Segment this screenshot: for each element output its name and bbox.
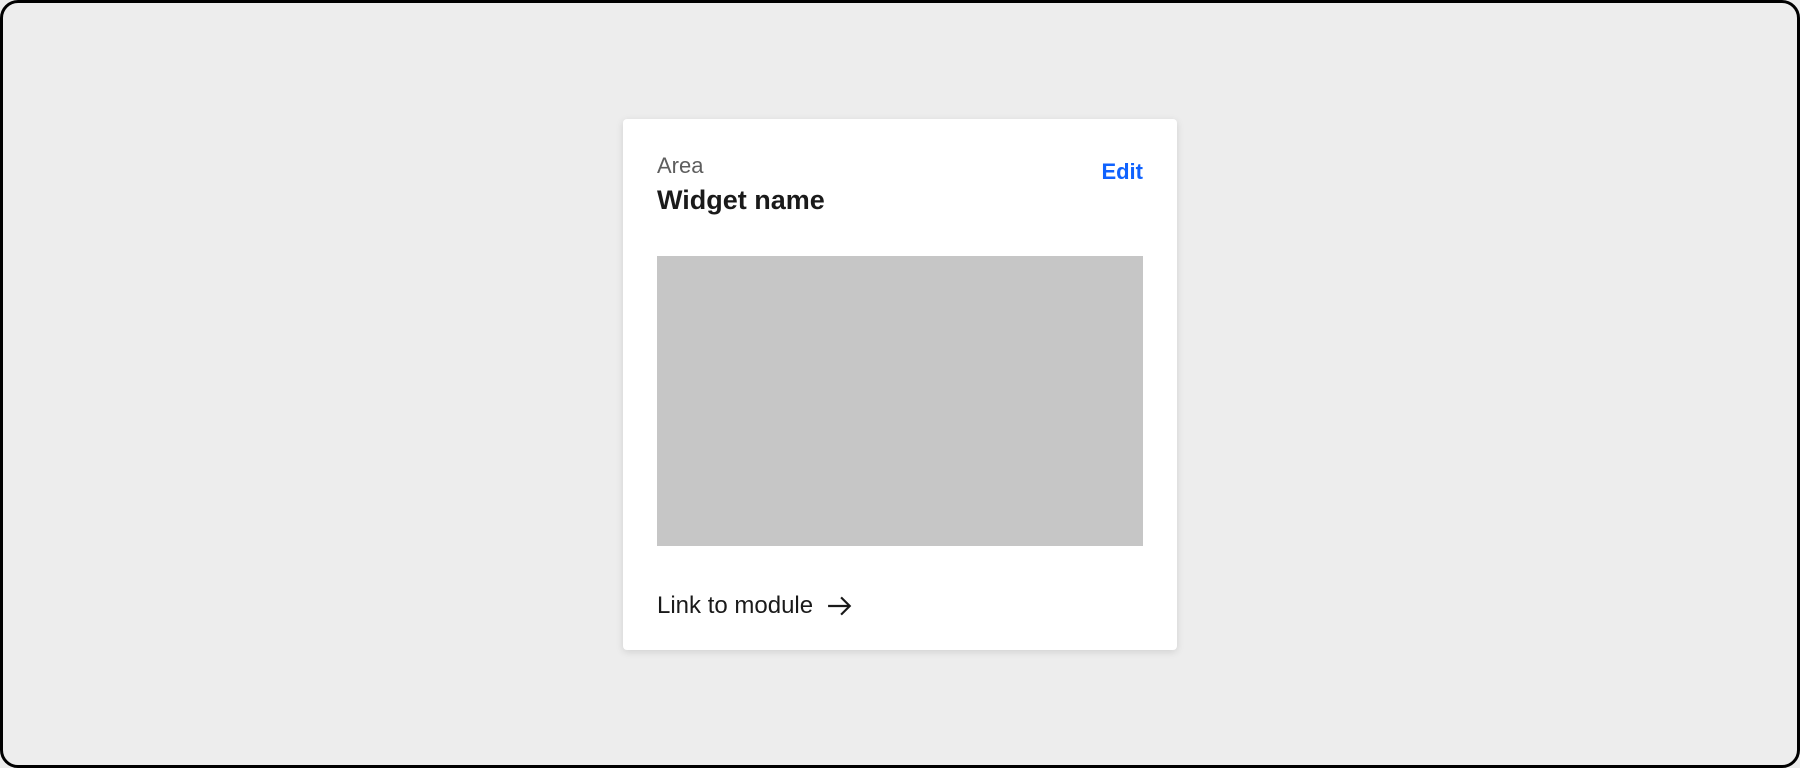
content-placeholder: [657, 256, 1143, 546]
module-link-label: Link to module: [657, 592, 813, 620]
arrow-right-icon: [827, 595, 853, 617]
widget-title: Widget name: [657, 185, 825, 216]
module-link[interactable]: Link to module: [657, 592, 853, 620]
card-header: Area Widget name Edit: [657, 153, 1143, 216]
area-label: Area: [657, 153, 825, 179]
widget-card: Area Widget name Edit Link to module: [623, 119, 1177, 650]
edit-button[interactable]: Edit: [1101, 159, 1143, 185]
header-text-group: Area Widget name: [657, 153, 825, 216]
